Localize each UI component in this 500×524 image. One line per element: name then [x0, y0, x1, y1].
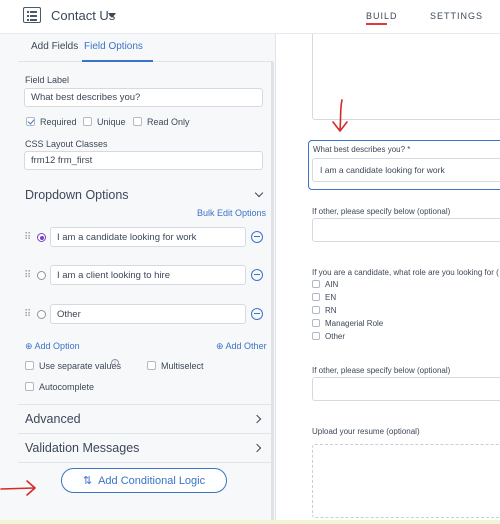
unique-label: Unique [97, 117, 126, 127]
resume-label: Upload your resume (optional) [312, 427, 420, 436]
role-option[interactable]: Managerial Role [312, 319, 383, 328]
autocomplete-checkbox[interactable] [25, 382, 34, 391]
divider [18, 462, 271, 463]
role-option[interactable]: EN [312, 293, 336, 302]
add-conditional-logic-label: Add Conditional Logic [98, 474, 206, 487]
role-option-label: AIN [325, 280, 339, 289]
dropdown-options-heading[interactable]: Dropdown Options [25, 188, 129, 202]
add-other-label: Add Other [225, 341, 267, 351]
autocomplete-label: Autocomplete [39, 382, 95, 392]
remove-option-icon[interactable] [251, 269, 263, 281]
tab-field-options[interactable]: Field Options [84, 41, 143, 52]
panel-tabs: Add Fields Field Options [18, 34, 273, 62]
resume-dropzone[interactable] [312, 444, 500, 518]
bulk-edit-link[interactable]: Bulk Edit Options [197, 208, 266, 218]
role-option[interactable]: RN [312, 306, 337, 315]
subtab-indicator [82, 60, 153, 62]
unique-checkbox[interactable] [83, 117, 92, 126]
selected-field-dropdown[interactable]: I am a candidate looking for work [312, 158, 500, 182]
default-option-radio[interactable] [37, 271, 46, 280]
selected-field-value: I am a candidate looking for work [320, 165, 445, 175]
drag-handle-icon[interactable]: ⠿ [24, 232, 31, 243]
remove-option-icon[interactable] [251, 308, 263, 320]
separate-values-label: Use separate values [39, 361, 122, 371]
default-option-radio[interactable] [37, 310, 46, 319]
separate-values-checkbox[interactable] [25, 361, 34, 370]
active-tab-indicator [366, 23, 387, 25]
tab-add-fields[interactable]: Add Fields [31, 41, 78, 52]
annotation-arrow-down-icon [332, 99, 348, 132]
annotation-arrow-right-icon [0, 480, 36, 496]
other-field-input[interactable] [312, 218, 500, 242]
required-checkbox[interactable] [26, 117, 35, 126]
role-checkbox[interactable] [312, 293, 320, 301]
advanced-heading[interactable]: Advanced [25, 412, 81, 426]
field-label-heading: Field Label [25, 75, 70, 85]
selected-field-label: What best describes you? * [313, 145, 411, 154]
tab-settings[interactable]: SETTINGS [430, 11, 483, 21]
drag-handle-icon[interactable]: ⠿ [24, 309, 31, 320]
footer-strip [0, 520, 500, 524]
divider [18, 433, 271, 434]
role-checkbox[interactable] [312, 319, 320, 327]
role-option-label: Managerial Role [325, 319, 384, 328]
role-option[interactable]: Other [312, 332, 345, 341]
top-bar: Contact Us BUILD SETTINGS [0, 0, 500, 34]
remove-option-icon[interactable] [251, 231, 263, 243]
read-only-checkbox[interactable] [133, 117, 142, 126]
multiselect-label: Multiselect [161, 361, 204, 371]
multiselect-checkbox[interactable] [147, 361, 156, 370]
add-other-button[interactable]: ⊕ Add Other [216, 341, 267, 352]
form-list-icon[interactable] [23, 7, 41, 23]
other-field-label: If other, please specify below (optional… [312, 207, 451, 216]
default-option-radio[interactable] [37, 233, 46, 242]
validation-messages-heading[interactable]: Validation Messages [25, 441, 139, 455]
divider [18, 404, 271, 405]
role-question-label: If you are a candidate, what role are yo… [312, 268, 499, 277]
info-icon[interactable]: i [111, 359, 119, 367]
required-label: Required [40, 117, 77, 127]
css-classes-input[interactable]: frm12 frm_first [24, 151, 263, 170]
drag-handle-icon[interactable]: ⠿ [24, 270, 31, 281]
role-checkbox[interactable] [312, 332, 320, 340]
role-checkbox[interactable] [312, 306, 320, 314]
role-option-label: EN [325, 293, 337, 302]
css-classes-heading: CSS Layout Classes [25, 139, 108, 149]
add-conditional-logic-button[interactable]: ⇅ Add Conditional Logic [61, 468, 227, 493]
tab-build[interactable]: BUILD [366, 11, 398, 21]
option-input[interactable]: I am a client looking to hire [50, 265, 246, 285]
form-title[interactable]: Contact Us [51, 8, 115, 23]
add-option-label: Add Option [34, 341, 80, 351]
conditional-logic-icon: ⇅ [82, 475, 93, 487]
panel-scrollbar[interactable] [271, 62, 274, 524]
role-checkbox[interactable] [312, 280, 320, 288]
other-field-2-input[interactable] [312, 377, 500, 401]
option-input[interactable]: I am a candidate looking for work [50, 227, 246, 247]
role-option-label: RN [325, 306, 337, 315]
option-input[interactable]: Other [50, 304, 246, 324]
role-option-label: Other [325, 332, 346, 341]
role-option[interactable]: AIN [312, 280, 338, 289]
read-only-label: Read Only [147, 117, 190, 127]
field-label-input[interactable]: What best describes you? [24, 88, 263, 107]
chevron-down-icon[interactable] [108, 13, 116, 18]
other-field-2-label: If other, please specify below (optional… [312, 366, 451, 375]
add-option-button[interactable]: ⊕ Add Option [25, 341, 80, 352]
